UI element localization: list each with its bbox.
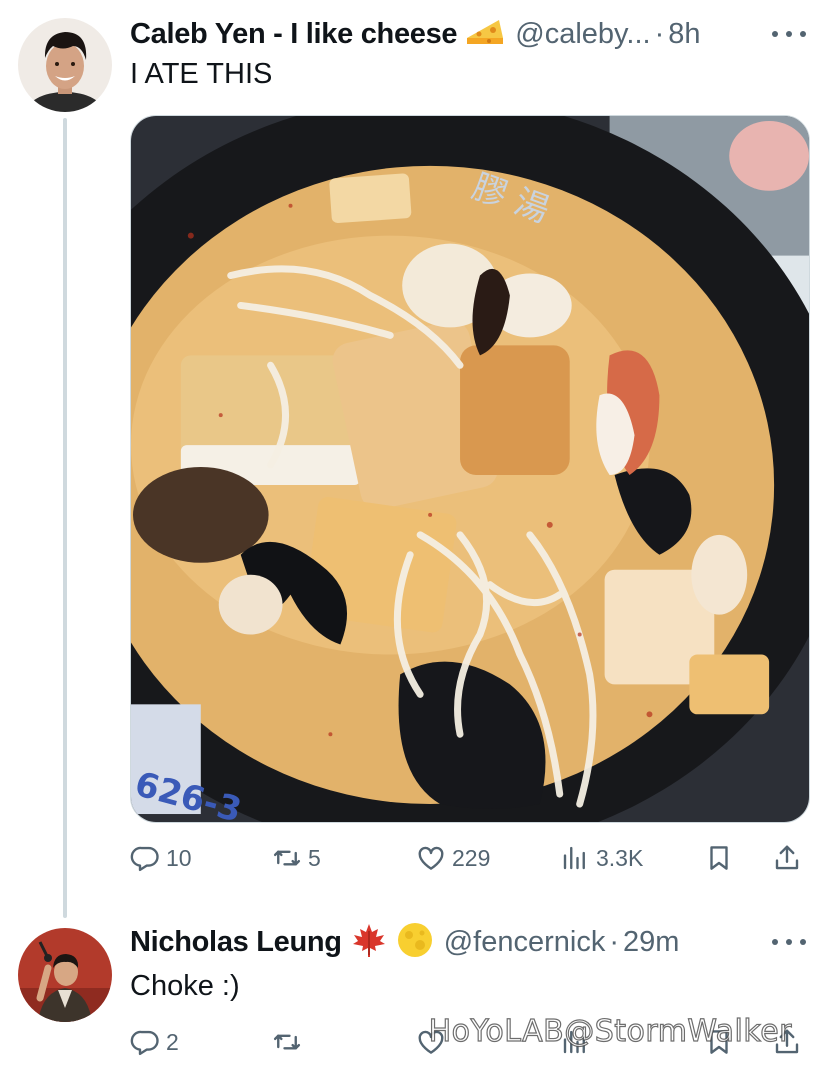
- tweet-main[interactable]: Caleb Yen - I like cheese @caleby... · 8…: [0, 0, 828, 918]
- more-options-icon[interactable]: [772, 932, 806, 952]
- bookmark-button[interactable]: [704, 838, 734, 878]
- reply-icon: [130, 1027, 160, 1057]
- tweet-text: Choke :): [130, 970, 240, 1002]
- like-button[interactable]: 229: [416, 838, 490, 878]
- bookmark-icon: [704, 843, 734, 873]
- reply-count: 2: [166, 1028, 179, 1055]
- retweet-icon: [272, 843, 302, 873]
- maple-leaf-icon: [350, 921, 388, 964]
- retweet-button[interactable]: [272, 1022, 302, 1062]
- tweet-text: I ATE THIS: [130, 58, 273, 90]
- separator-dot: ·: [654, 17, 665, 50]
- separator-dot: ·: [609, 925, 620, 958]
- share-icon: [772, 843, 802, 873]
- user-handle[interactable]: @fencernick: [444, 926, 606, 959]
- more-options-icon[interactable]: [772, 24, 806, 44]
- user-handle[interactable]: @caleby...: [515, 18, 650, 51]
- timestamp[interactable]: 8h: [668, 18, 700, 51]
- retweet-icon: [272, 1027, 302, 1057]
- timestamp[interactable]: 29m: [623, 926, 679, 959]
- thread-line: [63, 118, 67, 918]
- watermark: HoYoLAB@StormWalker: [428, 1013, 792, 1049]
- tweet-photo[interactable]: 膠 湯 626-3: [130, 115, 810, 823]
- display-name[interactable]: Nicholas Leung: [130, 926, 342, 959]
- tweet-header: Nicholas Leung @fencernick · 29m: [130, 922, 679, 962]
- retweet-count: 5: [308, 844, 321, 871]
- tweet-reply[interactable]: Nicholas Leung @fencernick · 29m Choke :…: [0, 900, 828, 1084]
- display-name[interactable]: Caleb Yen - I like cheese: [130, 18, 458, 51]
- full-moon-icon: [396, 921, 434, 964]
- tweet-header: Caleb Yen - I like cheese @caleby... · 8…: [130, 14, 701, 54]
- views-button[interactable]: 3.3K: [560, 838, 643, 878]
- share-button[interactable]: [772, 838, 802, 878]
- avatar[interactable]: [18, 928, 112, 1022]
- heart-icon: [416, 843, 446, 873]
- cheese-icon: [465, 16, 505, 53]
- view-count: 3.3K: [596, 844, 644, 871]
- reply-icon: [130, 843, 160, 873]
- retweet-button[interactable]: 5: [272, 838, 321, 878]
- like-count: 229: [452, 844, 491, 871]
- reply-button[interactable]: 10: [130, 838, 192, 878]
- reply-button[interactable]: 2: [130, 1022, 179, 1062]
- analytics-icon: [560, 843, 590, 873]
- avatar[interactable]: [18, 18, 112, 112]
- tweet-actions: 10 5 229 3.3K: [130, 838, 810, 878]
- reply-count: 10: [166, 844, 192, 871]
